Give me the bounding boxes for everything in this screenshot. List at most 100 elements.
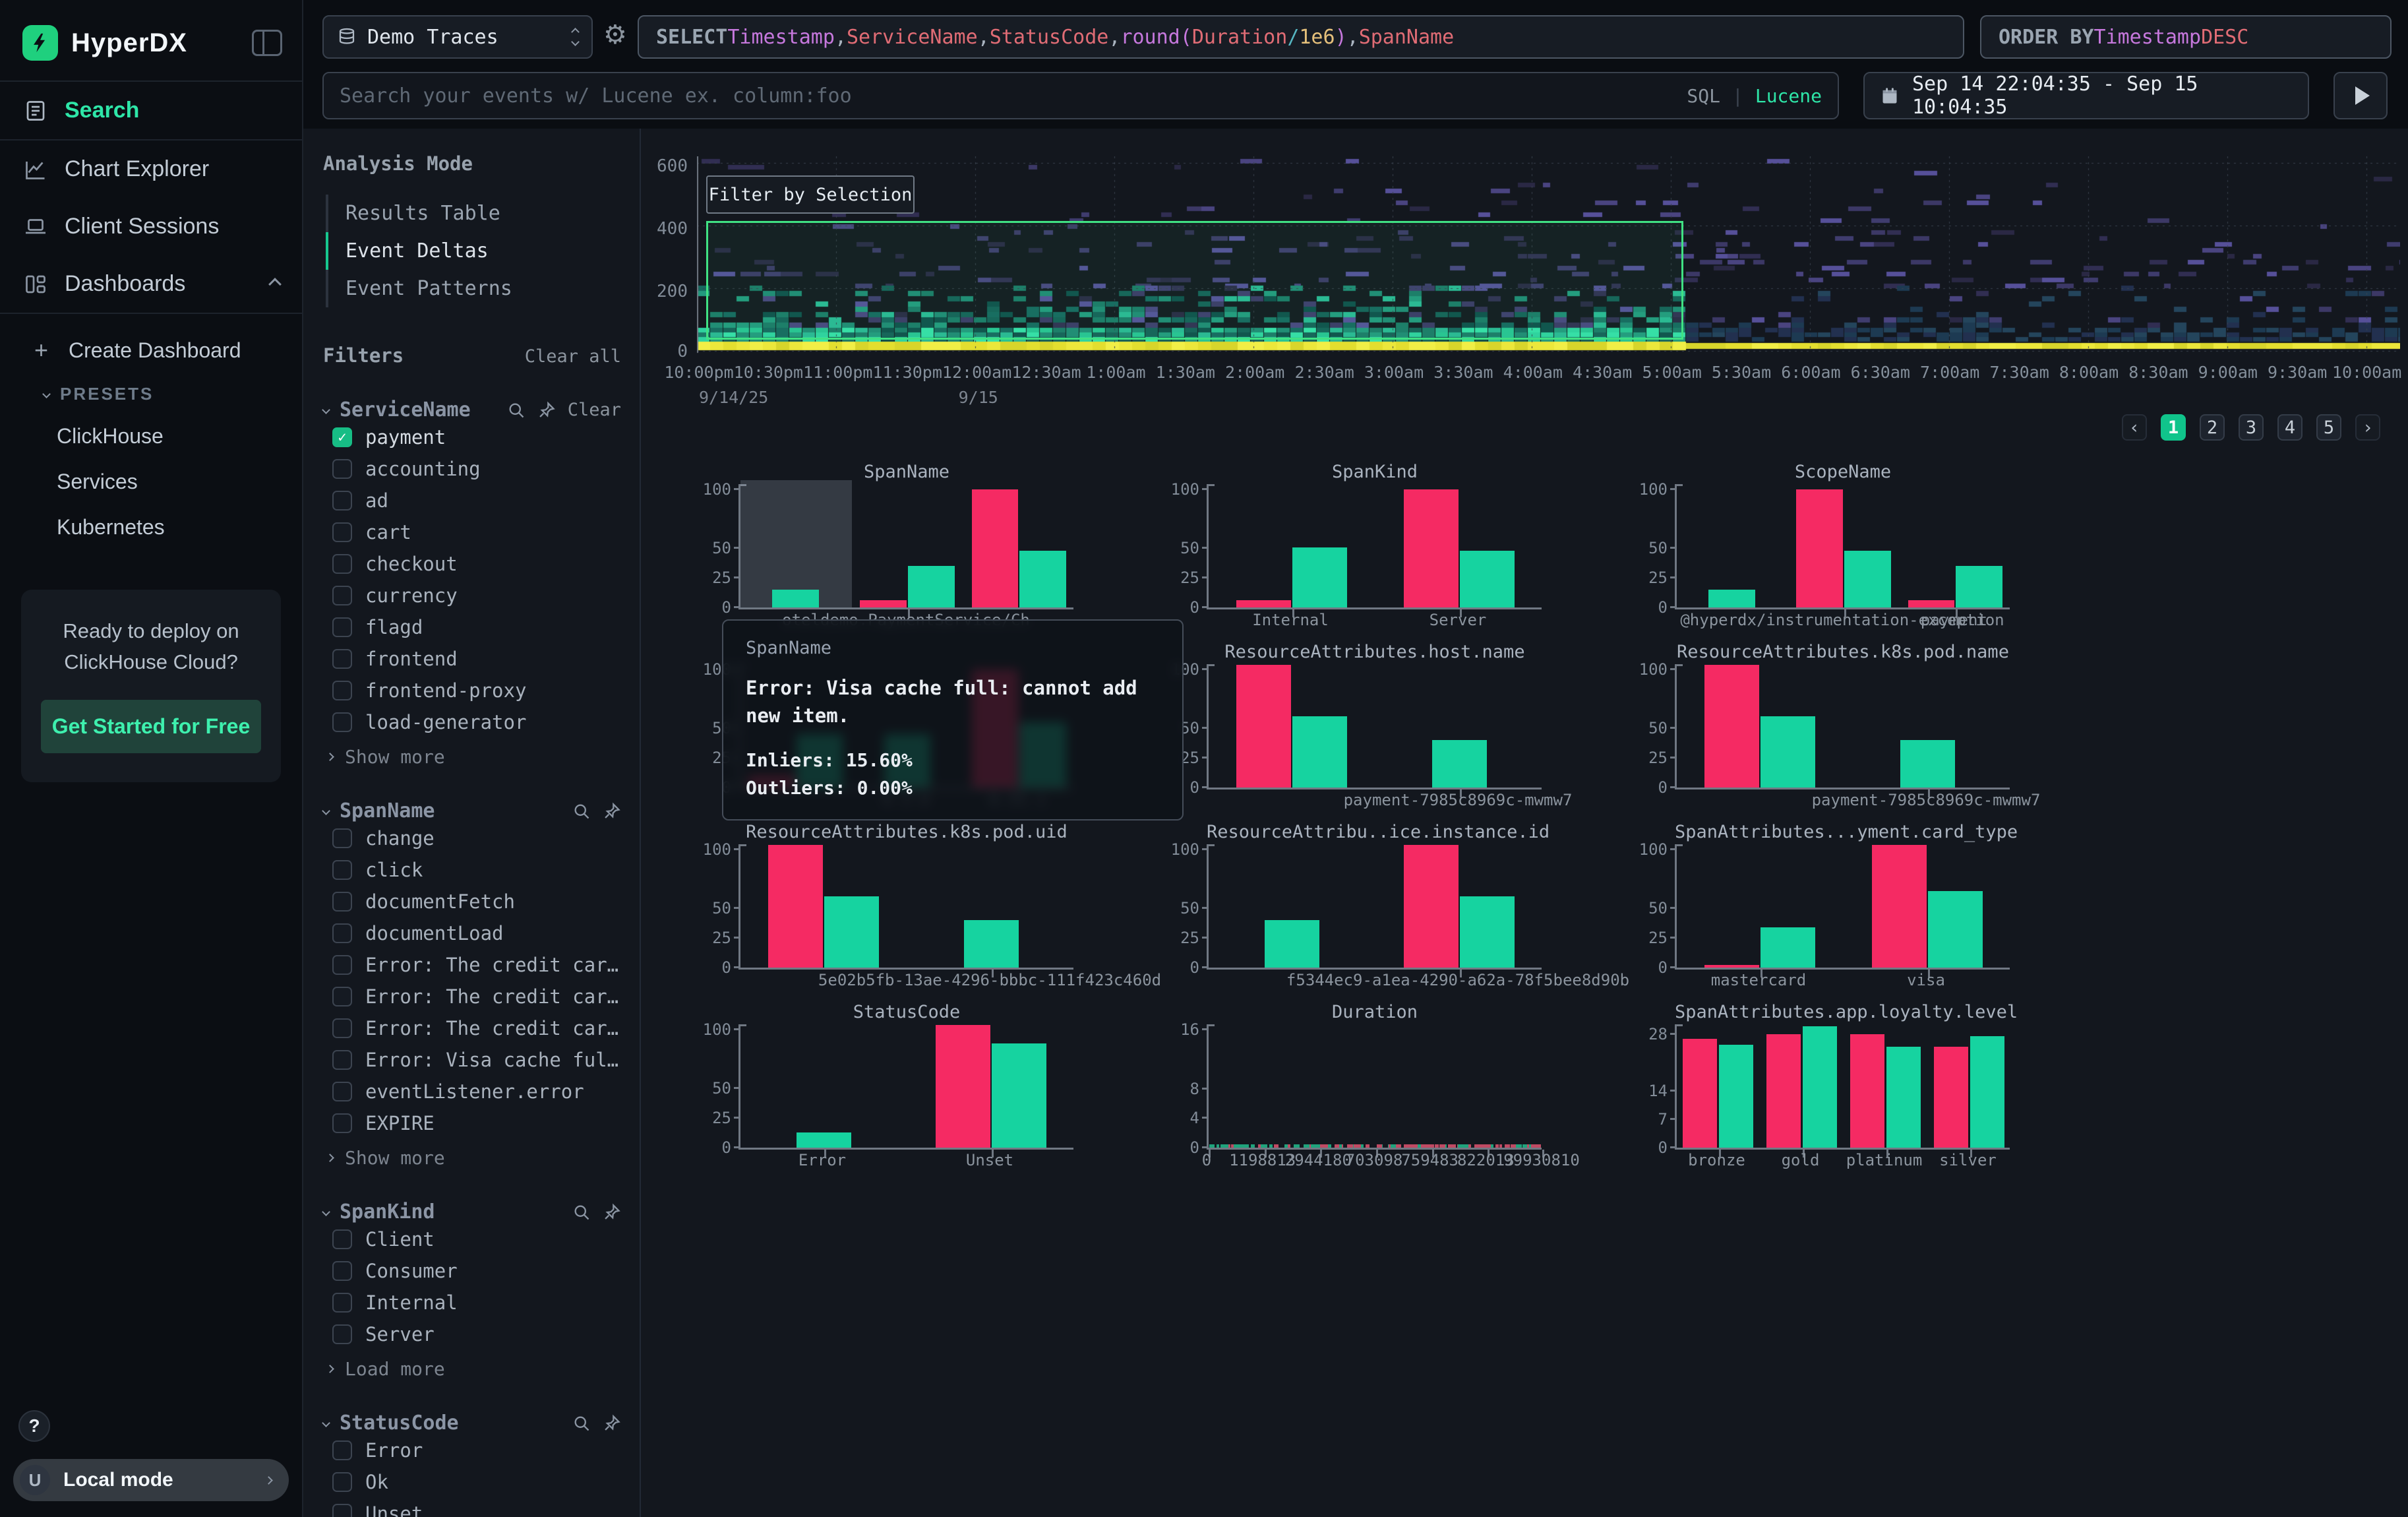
chevron-down-icon[interactable]: [322, 807, 330, 815]
checkbox[interactable]: [332, 1082, 352, 1101]
heatmap-selection-box[interactable]: [706, 221, 1683, 340]
inlier-bar[interactable]: [1928, 891, 1983, 968]
outlier-bar[interactable]: [1766, 1034, 1801, 1148]
outlier-bar[interactable]: [1934, 1047, 1969, 1148]
filter-item-change[interactable]: change: [323, 822, 621, 854]
pin-icon[interactable]: [603, 1203, 621, 1222]
inlier-bar[interactable]: [772, 590, 819, 607]
sidebar-item-kubernetes[interactable]: Kubernetes: [0, 505, 302, 550]
show-more-link[interactable]: Show more: [323, 738, 621, 768]
inlier-bar[interactable]: [1844, 551, 1891, 607]
checkbox[interactable]: [332, 1050, 352, 1070]
sql-select-input[interactable]: SELECT Timestamp, ServiceName, StatusCod…: [638, 15, 1964, 59]
analysis-mode-event-patterns[interactable]: Event Patterns: [326, 270, 621, 307]
get-started-button[interactable]: Get Started for Free: [41, 700, 261, 753]
search-icon[interactable]: [572, 1414, 591, 1433]
sidebar-item-clickhouse[interactable]: ClickHouse: [0, 414, 302, 459]
checkbox[interactable]: [332, 554, 352, 574]
checkbox[interactable]: [332, 649, 352, 669]
analysis-mode-event-deltas[interactable]: Event Deltas: [326, 232, 621, 270]
filter-item-error-the-credit-card-[interactable]: Error: The credit card (…: [323, 1012, 621, 1044]
gear-icon[interactable]: ⚙: [603, 20, 627, 50]
inlier-bar[interactable]: [1761, 927, 1815, 968]
outlier-bar[interactable]: [1683, 1039, 1718, 1148]
checkbox[interactable]: [332, 860, 352, 880]
outlier-bar[interactable]: [860, 600, 907, 607]
inlier-bar[interactable]: [797, 1132, 851, 1148]
lucene-toggle[interactable]: Lucene: [1755, 85, 1822, 107]
outlier-bar[interactable]: [1236, 665, 1291, 788]
inlier-bar[interactable]: [824, 896, 879, 968]
clear-filter-link[interactable]: Clear: [568, 400, 621, 420]
outlier-bar[interactable]: [1872, 845, 1927, 968]
checkbox[interactable]: [332, 681, 352, 700]
sql-toggle[interactable]: SQL: [1687, 85, 1720, 107]
filter-item-currency[interactable]: currency: [323, 580, 621, 611]
local-mode-button[interactable]: U Local mode: [13, 1459, 289, 1501]
page-5-button[interactable]: 5: [2316, 414, 2341, 441]
filter-item-server[interactable]: Server: [323, 1318, 621, 1350]
filter-item-expire[interactable]: EXPIRE: [323, 1107, 621, 1139]
checkbox[interactable]: [332, 1261, 352, 1281]
filter-item-documentfetch[interactable]: documentFetch: [323, 886, 621, 917]
show-more-link[interactable]: Load more: [323, 1350, 621, 1380]
inlier-bar[interactable]: [1460, 896, 1515, 968]
pin-icon[interactable]: [603, 802, 621, 820]
filter-item-ad[interactable]: ad: [323, 485, 621, 516]
filter-item-payment[interactable]: ✓payment: [323, 421, 621, 453]
previous-page-button[interactable]: ‹: [2122, 414, 2147, 441]
search-input[interactable]: [340, 84, 1687, 108]
checkbox[interactable]: [332, 1472, 352, 1492]
create-dashboard-button[interactable]: + Create Dashboard: [0, 326, 302, 375]
filter-by-selection-button[interactable]: Filter by Selection: [706, 175, 915, 214]
checkbox[interactable]: [332, 1018, 352, 1038]
date-range-picker[interactable]: Sep 14 22:04:35 - Sep 15 10:04:35: [1863, 72, 2309, 119]
checkbox[interactable]: [332, 1504, 352, 1517]
sidebar-item-services[interactable]: Services: [0, 459, 302, 505]
outlier-bar[interactable]: [1850, 1034, 1885, 1148]
inlier-bar[interactable]: [1432, 740, 1487, 788]
checkbox[interactable]: [332, 892, 352, 912]
filter-item-error-visa-cache-full-[interactable]: Error: Visa cache full: …: [323, 1044, 621, 1076]
inlier-bar[interactable]: [1886, 1047, 1921, 1148]
outlier-bar[interactable]: [1404, 489, 1459, 607]
filter-item-eventlistener-error[interactable]: eventListener.error: [323, 1076, 621, 1107]
sidebar-item-client-sessions[interactable]: Client Sessions: [0, 198, 302, 255]
inlier-bar[interactable]: [1956, 566, 2002, 607]
inlier-bar[interactable]: [1803, 1026, 1838, 1148]
sidebar-item-chart-explorer[interactable]: Chart Explorer: [0, 140, 302, 198]
inlier-bar[interactable]: [964, 920, 1019, 968]
checkbox[interactable]: [332, 1293, 352, 1313]
inlier-bar[interactable]: [1292, 716, 1347, 788]
inlier-bar[interactable]: [1460, 551, 1515, 607]
page-2-button[interactable]: 2: [2200, 414, 2225, 441]
checkbox[interactable]: [332, 828, 352, 848]
filter-item-unset[interactable]: Unset: [323, 1498, 621, 1517]
filter-item-accounting[interactable]: accounting: [323, 453, 621, 485]
sidebar-item-search[interactable]: Search: [0, 80, 302, 140]
inlier-bar[interactable]: [1970, 1036, 2005, 1148]
sidebar-item-dashboards[interactable]: Dashboards: [0, 255, 302, 314]
filter-item-checkout[interactable]: checkout: [323, 548, 621, 580]
filter-item-internal[interactable]: Internal: [323, 1287, 621, 1318]
search-icon[interactable]: [507, 401, 526, 419]
pin-icon[interactable]: [603, 1414, 621, 1433]
next-page-button[interactable]: ›: [2355, 414, 2380, 441]
data-source-select[interactable]: Demo Traces: [322, 15, 593, 59]
checkbox[interactable]: [332, 491, 352, 511]
filter-item-consumer[interactable]: Consumer: [323, 1255, 621, 1287]
filter-item-load-generator[interactable]: load-generator: [323, 706, 621, 738]
run-query-button[interactable]: [2333, 72, 2388, 119]
filter-item-frontend[interactable]: frontend: [323, 643, 621, 675]
filter-item-client[interactable]: Client: [323, 1223, 621, 1255]
inlier-bar[interactable]: [1265, 920, 1319, 968]
checkbox[interactable]: [332, 586, 352, 605]
checkbox[interactable]: [332, 1113, 352, 1133]
inlier-bar[interactable]: [1761, 716, 1815, 788]
inlier-bar[interactable]: [1292, 547, 1347, 607]
page-1-button[interactable]: 1: [2161, 414, 2186, 441]
checkbox[interactable]: [332, 712, 352, 732]
filter-item-frontend-proxy[interactable]: frontend-proxy: [323, 675, 621, 706]
checkbox[interactable]: ✓: [332, 427, 352, 447]
filter-item-cart[interactable]: cart: [323, 516, 621, 548]
